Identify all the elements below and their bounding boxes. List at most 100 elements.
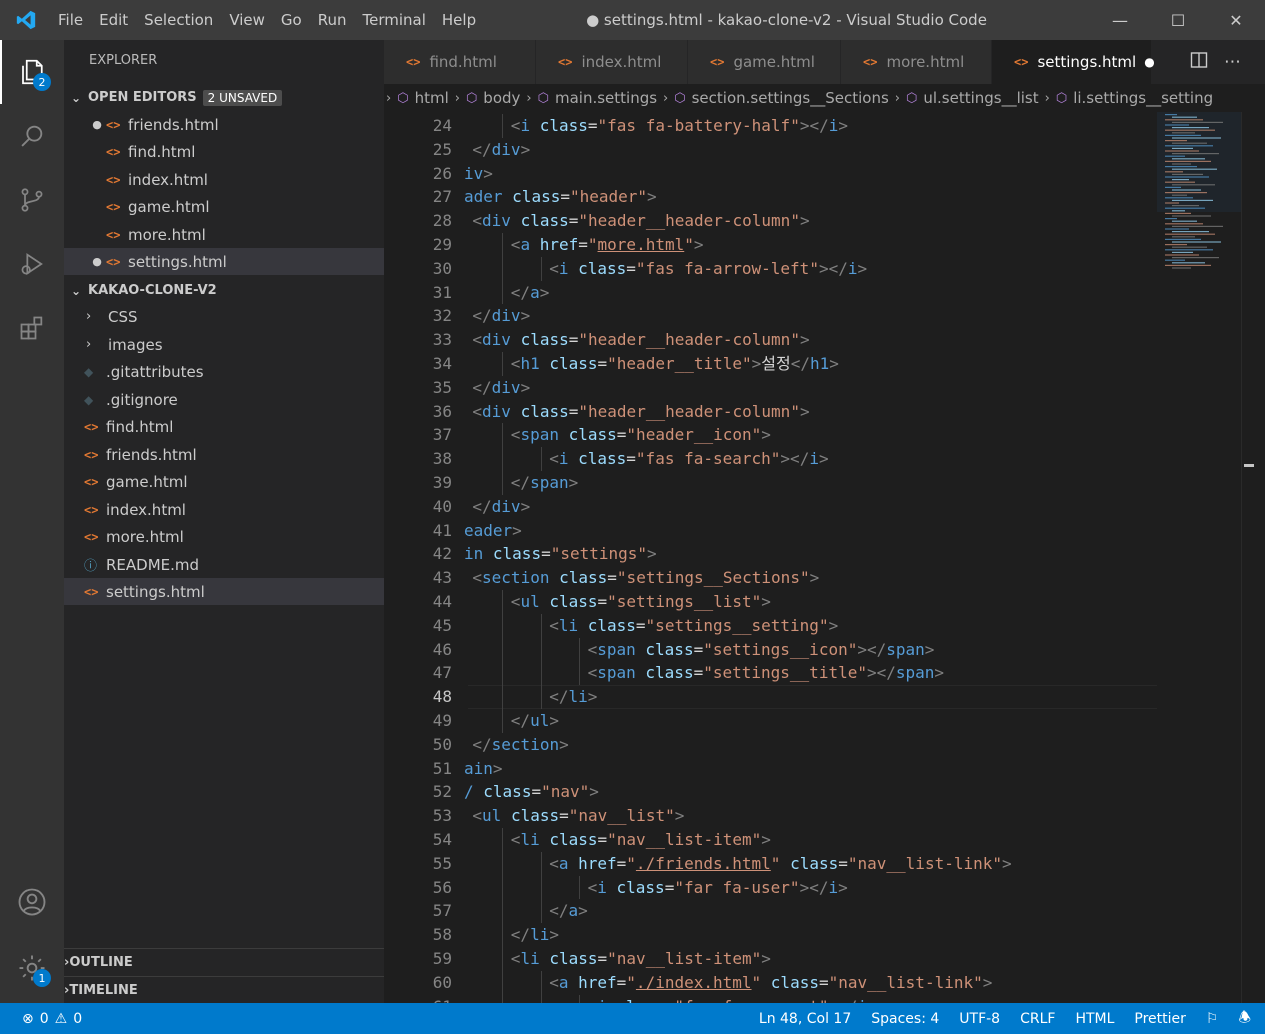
tab-index[interactable]: <> index.html xyxy=(536,40,688,84)
dirty-dot-icon[interactable]: ● xyxy=(88,118,106,131)
breadcrumb-item[interactable]: li.settings__setting xyxy=(1073,89,1213,107)
minimap-line xyxy=(1172,147,1193,149)
tab-label: find.html xyxy=(429,53,497,71)
language-mode[interactable]: HTML xyxy=(1075,1011,1114,1027)
indent-guide xyxy=(502,233,504,257)
html-file-icon: <> xyxy=(84,502,99,517)
minimap-line xyxy=(1165,202,1179,204)
menu-selection[interactable]: Selection xyxy=(138,0,223,40)
tab-settings[interactable]: <> settings.html ● xyxy=(992,40,1155,84)
source-control-icon[interactable] xyxy=(0,168,64,232)
minimize-icon[interactable]: — xyxy=(1091,0,1149,40)
line-number: 34 xyxy=(432,354,452,373)
minimap-line xyxy=(1172,179,1189,181)
tab-label: more.html xyxy=(886,53,965,71)
end-of-line[interactable]: CRLF xyxy=(1020,1011,1055,1027)
notifications-bell-icon[interactable]: 🕭 xyxy=(1238,1007,1251,1031)
menu-file[interactable]: File xyxy=(52,0,93,40)
tab-label: index.html xyxy=(581,53,662,71)
menu-view[interactable]: View xyxy=(223,0,275,40)
status-right: Ln 48, Col 17 Spaces: 4 UTF-8 CRLF HTML … xyxy=(759,1003,1251,1034)
indent-guide xyxy=(579,637,581,662)
vertical-scrollbar[interactable] xyxy=(1241,112,1255,1003)
open-editor-item[interactable]: ● <> friends.html xyxy=(64,111,384,138)
line-number: 39 xyxy=(432,473,452,492)
open-editor-item[interactable]: <> more.html xyxy=(64,221,384,248)
line-number: 27 xyxy=(432,187,452,207)
search-icon[interactable] xyxy=(0,104,64,168)
element-icon: ⬡ xyxy=(397,90,409,106)
indent-guide xyxy=(540,661,542,686)
tree-file[interactable]: ◆ .gitignore xyxy=(64,386,384,413)
dirty-dot-icon[interactable]: ● xyxy=(1144,55,1154,69)
open-editors-section[interactable]: ⌄ OPEN EDITORS 2 UNSAVED xyxy=(64,84,384,111)
menu-run[interactable]: Run xyxy=(312,0,357,40)
line-number: 32 xyxy=(432,306,452,326)
title-bar: File Edit Selection View Go Run Terminal… xyxy=(0,0,1265,40)
breadcrumb-item[interactable]: ul.settings__list xyxy=(923,89,1038,107)
outline-section[interactable]: › OUTLINE xyxy=(64,948,384,976)
tree-folder[interactable]: › CSS xyxy=(64,303,384,330)
breadcrumb-item[interactable]: body xyxy=(483,89,520,107)
chevron-down-icon: ⌄ xyxy=(70,283,82,298)
minimap[interactable] xyxy=(1157,112,1241,1003)
accounts-icon[interactable] xyxy=(0,870,64,934)
open-editor-label: more.html xyxy=(128,225,206,244)
line-number: 30 xyxy=(432,258,452,278)
menu-help[interactable]: Help xyxy=(436,0,486,40)
line-number: 48 xyxy=(432,687,452,707)
breadcrumb-item[interactable]: main.settings xyxy=(555,89,657,107)
minimap-line xyxy=(1165,140,1187,142)
tree-file[interactable]: <> find.html xyxy=(64,413,384,440)
indent-guide xyxy=(502,923,504,947)
code-editor[interactable]: 24 <i class="fas fa-battery-half"></i> 25 <… xyxy=(384,112,1157,1003)
tree-file[interactable]: <> index.html xyxy=(64,496,384,523)
open-editor-item-active[interactable]: ● <> settings.html xyxy=(64,248,384,275)
line-number: 38 xyxy=(432,449,452,469)
more-actions-icon[interactable]: ⋯ xyxy=(1224,52,1241,72)
split-editor-icon[interactable] xyxy=(1190,51,1208,74)
indentation[interactable]: Spaces: 4 xyxy=(871,1011,939,1027)
menu-terminal[interactable]: Terminal xyxy=(357,0,436,40)
tree-item-label: images xyxy=(108,335,163,354)
breadcrumb-item[interactable]: html xyxy=(415,89,449,107)
folder-section[interactable]: ⌄ KAKAO-CLONE-V2 xyxy=(64,277,384,304)
tree-file[interactable]: <> game.html xyxy=(64,468,384,495)
close-window-icon[interactable]: ✕ xyxy=(1207,0,1265,40)
menu-edit[interactable]: Edit xyxy=(93,0,138,40)
dirty-dot-icon[interactable]: ● xyxy=(88,255,106,268)
extensions-icon[interactable] xyxy=(0,296,64,360)
encoding[interactable]: UTF-8 xyxy=(959,1011,1000,1027)
tab-more[interactable]: <> more.html xyxy=(841,40,992,84)
timeline-section[interactable]: › TIMELINE xyxy=(64,976,384,1004)
tree-folder[interactable]: › images xyxy=(64,331,384,358)
code-line: <li class="nav__list-item"> xyxy=(510,949,771,968)
line-number: 26 xyxy=(432,163,452,183)
run-debug-icon[interactable] xyxy=(0,232,64,296)
tab-game[interactable]: <> game.html xyxy=(688,40,841,84)
tree-file[interactable]: ⓘ README.md xyxy=(64,551,384,578)
tree-file-active[interactable]: <> settings.html xyxy=(64,578,384,605)
explorer-icon[interactable]: 2 xyxy=(0,40,64,104)
open-editor-label: friends.html xyxy=(128,115,219,134)
tree-file[interactable]: <> friends.html xyxy=(64,441,384,468)
indent-guide xyxy=(540,899,542,924)
tab-find[interactable]: <> find.html xyxy=(384,40,536,84)
manage-gear-icon[interactable]: 1 xyxy=(0,936,64,1000)
open-editor-item[interactable]: <> find.html xyxy=(64,138,384,165)
menu-go[interactable]: Go xyxy=(275,0,312,40)
breadcrumb-item[interactable]: section.settings__Sections xyxy=(692,89,889,107)
tree-file[interactable]: ◆ .gitattributes xyxy=(64,358,384,385)
maximize-icon[interactable]: ☐ xyxy=(1149,0,1207,40)
formatter[interactable]: Prettier xyxy=(1134,1011,1186,1027)
tree-file[interactable]: <> more.html xyxy=(64,523,384,550)
line-number: 42 xyxy=(432,544,452,564)
open-editor-item[interactable]: <> game.html xyxy=(64,193,384,220)
open-editor-item[interactable]: <> index.html xyxy=(64,166,384,193)
html-file-icon: <> xyxy=(106,254,121,269)
problems-indicator[interactable]: ⊗ 0 ⚠ 0 xyxy=(0,1011,82,1027)
feedback-icon[interactable]: ⚐ xyxy=(1206,1011,1219,1027)
html-file-icon: <> xyxy=(710,55,725,69)
indent-guide xyxy=(502,851,504,876)
cursor-position[interactable]: Ln 48, Col 17 xyxy=(759,1011,851,1027)
